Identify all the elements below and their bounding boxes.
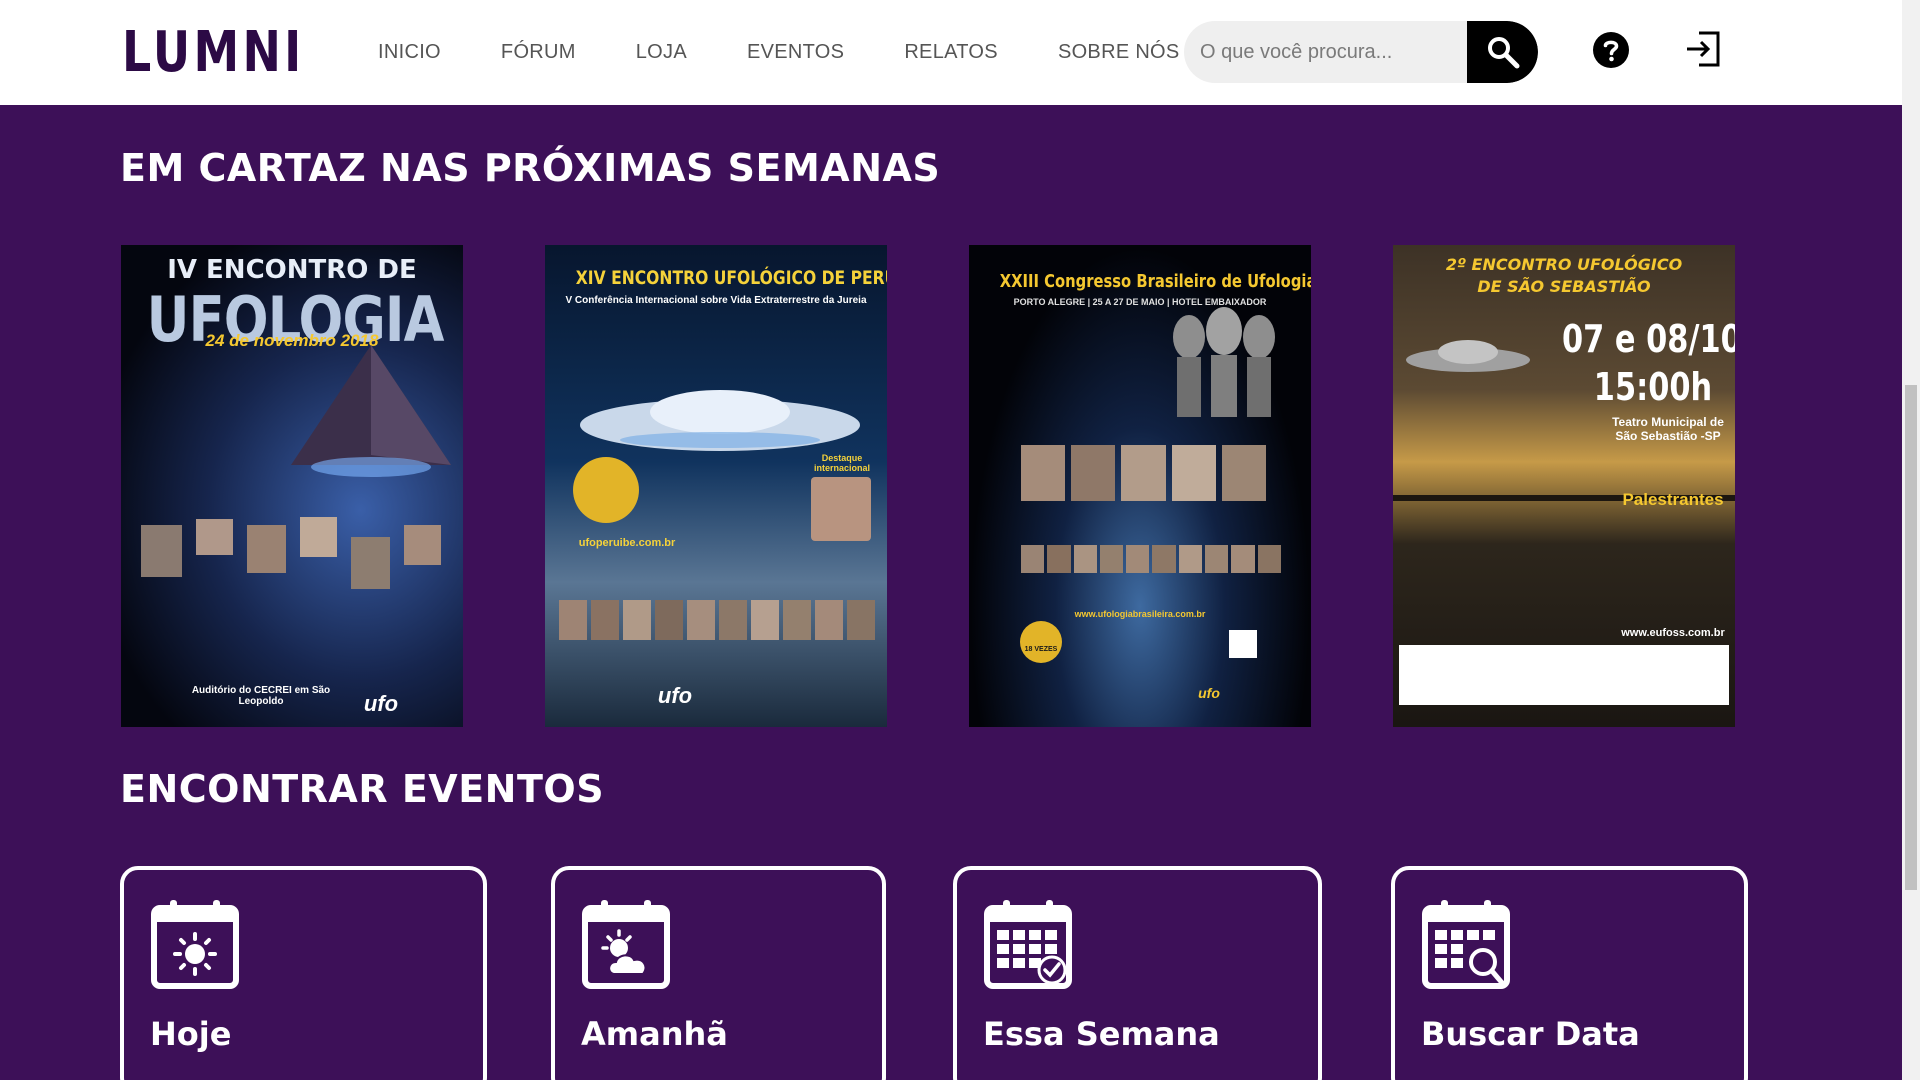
nav-item-loja[interactable]: LOJA: [636, 41, 687, 64]
pyramid-ship-illustration: [291, 345, 451, 477]
nav-item-eventos[interactable]: EVENTOS: [747, 41, 844, 64]
event-card-label: Buscar Data: [1421, 1015, 1640, 1053]
calendar-check-icon: [984, 900, 1072, 989]
event-card-label: Essa Semana: [983, 1015, 1220, 1053]
site-header: LUMNI INICIO FÓRUM LOJA EVENTOS RELATOS …: [0, 0, 1902, 105]
event-card-today[interactable]: Hoje: [120, 866, 487, 1080]
search-icon: [1487, 37, 1519, 69]
sponsor-logos: [1399, 645, 1729, 705]
poster-ufo-logo: ufo: [657, 683, 693, 708]
poster-subtitle: PORTO ALEGRE | 25 A 27 DE MAIO | HOTEL E…: [1013, 297, 1267, 307]
calendar-search-icon: [1422, 900, 1510, 989]
speaker-photo: [811, 477, 871, 541]
calendar-sun-icon: [151, 900, 239, 989]
free-entry-seal: [573, 457, 639, 523]
poster-title: XIV ENCONTRO UFOLÓGICO DE PERUÍBE: [575, 267, 887, 289]
price-seal: [1020, 621, 1062, 663]
page-scrollbar[interactable]: [1902, 0, 1920, 1080]
poster-website: www.ufologiabrasileira.com.br: [1074, 609, 1206, 619]
poster-website: ufoperuibe.com.br: [578, 537, 676, 549]
poster-venue: Teatro Municipal de São Sebastião -SP: [1612, 415, 1724, 443]
aliens-illustration: [1173, 307, 1275, 417]
poster-ufo-logo: ufo: [1198, 685, 1220, 701]
poster-time: 15:00h: [1593, 365, 1713, 409]
event-card-label: Hoje: [150, 1015, 232, 1053]
poster-highlight: Destaque internacional: [813, 453, 870, 473]
nav-item-sobre-nos[interactable]: SOBRE NÓS: [1058, 41, 1180, 64]
poster-installments: 18 VEZES: [1024, 646, 1058, 653]
poster-title: XXIII Congresso Brasileiro de Ufologia: [999, 271, 1311, 292]
search-button[interactable]: [1467, 21, 1538, 83]
poster-ufo-logo: ufo: [363, 691, 399, 716]
event-poster[interactable]: XIV ENCONTRO UFOLÓGICO DE PERUÍBE V Conf…: [545, 245, 887, 727]
help-icon[interactable]: [1593, 32, 1629, 68]
nav-item-relatos[interactable]: RELATOS: [904, 41, 998, 64]
find-events-section-title: ENCONTRAR EVENTOS: [120, 767, 605, 811]
logo[interactable]: LUMNI: [120, 20, 330, 85]
speaker-photos: [141, 517, 441, 589]
search-input[interactable]: [1184, 21, 1468, 83]
search-bar: [1184, 21, 1538, 83]
poster-title: 2º ENCONTRO UFOLÓGICO: [1445, 255, 1683, 274]
speaker-photos-row2: [1021, 545, 1281, 573]
event-poster[interactable]: 2º ENCONTRO UFOLÓGICO DE SÃO SEBASTIÃO 0…: [1393, 245, 1735, 727]
logo-wordmark: LUMNI: [122, 20, 305, 85]
poster-venue: Auditório do CECREI em São Leopoldo: [191, 685, 331, 707]
speaker-photos: [559, 600, 875, 640]
upcoming-section-title: EM CARTAZ NAS PRÓXIMAS SEMANAS: [120, 146, 941, 190]
event-card-tomorrow[interactable]: Amanhã: [551, 866, 886, 1080]
event-card-this-week[interactable]: Essa Semana: [953, 866, 1322, 1080]
speaker-photos: [1021, 445, 1267, 501]
calendar-cloud-sun-icon: [582, 900, 670, 989]
main-nav: INICIO FÓRUM LOJA EVENTOS RELATOS SOBRE …: [378, 0, 1240, 105]
event-card-search-date[interactable]: Buscar Data: [1391, 866, 1748, 1080]
qr-code: [1229, 630, 1257, 658]
nav-item-forum[interactable]: FÓRUM: [501, 41, 576, 64]
poster-website: www.eufoss.com.br: [1621, 627, 1725, 639]
event-poster[interactable]: IV ENCONTRO DE UFOLOGIA 24 de novembro 2…: [121, 245, 463, 727]
poster-speakers-heading: Palestrantes: [1622, 490, 1724, 509]
poster-subtitle: V Conferência Internacional sobre Vida E…: [565, 295, 867, 306]
scrollbar-thumb[interactable]: [1905, 385, 1917, 890]
event-poster[interactable]: XXIII Congresso Brasileiro de Ufologia P…: [969, 245, 1311, 727]
ufo-saucer-illustration: [1406, 340, 1530, 372]
login-icon[interactable]: [1685, 30, 1721, 68]
poster-dates: 07 e 08/10: [1562, 317, 1735, 361]
nav-item-inicio[interactable]: INICIO: [378, 41, 441, 64]
poster-subtitle: DE SÃO SEBASTIÃO: [1477, 277, 1651, 296]
event-card-label: Amanhã: [581, 1015, 728, 1053]
poster-title: IV ENCONTRO DE: [167, 255, 417, 285]
